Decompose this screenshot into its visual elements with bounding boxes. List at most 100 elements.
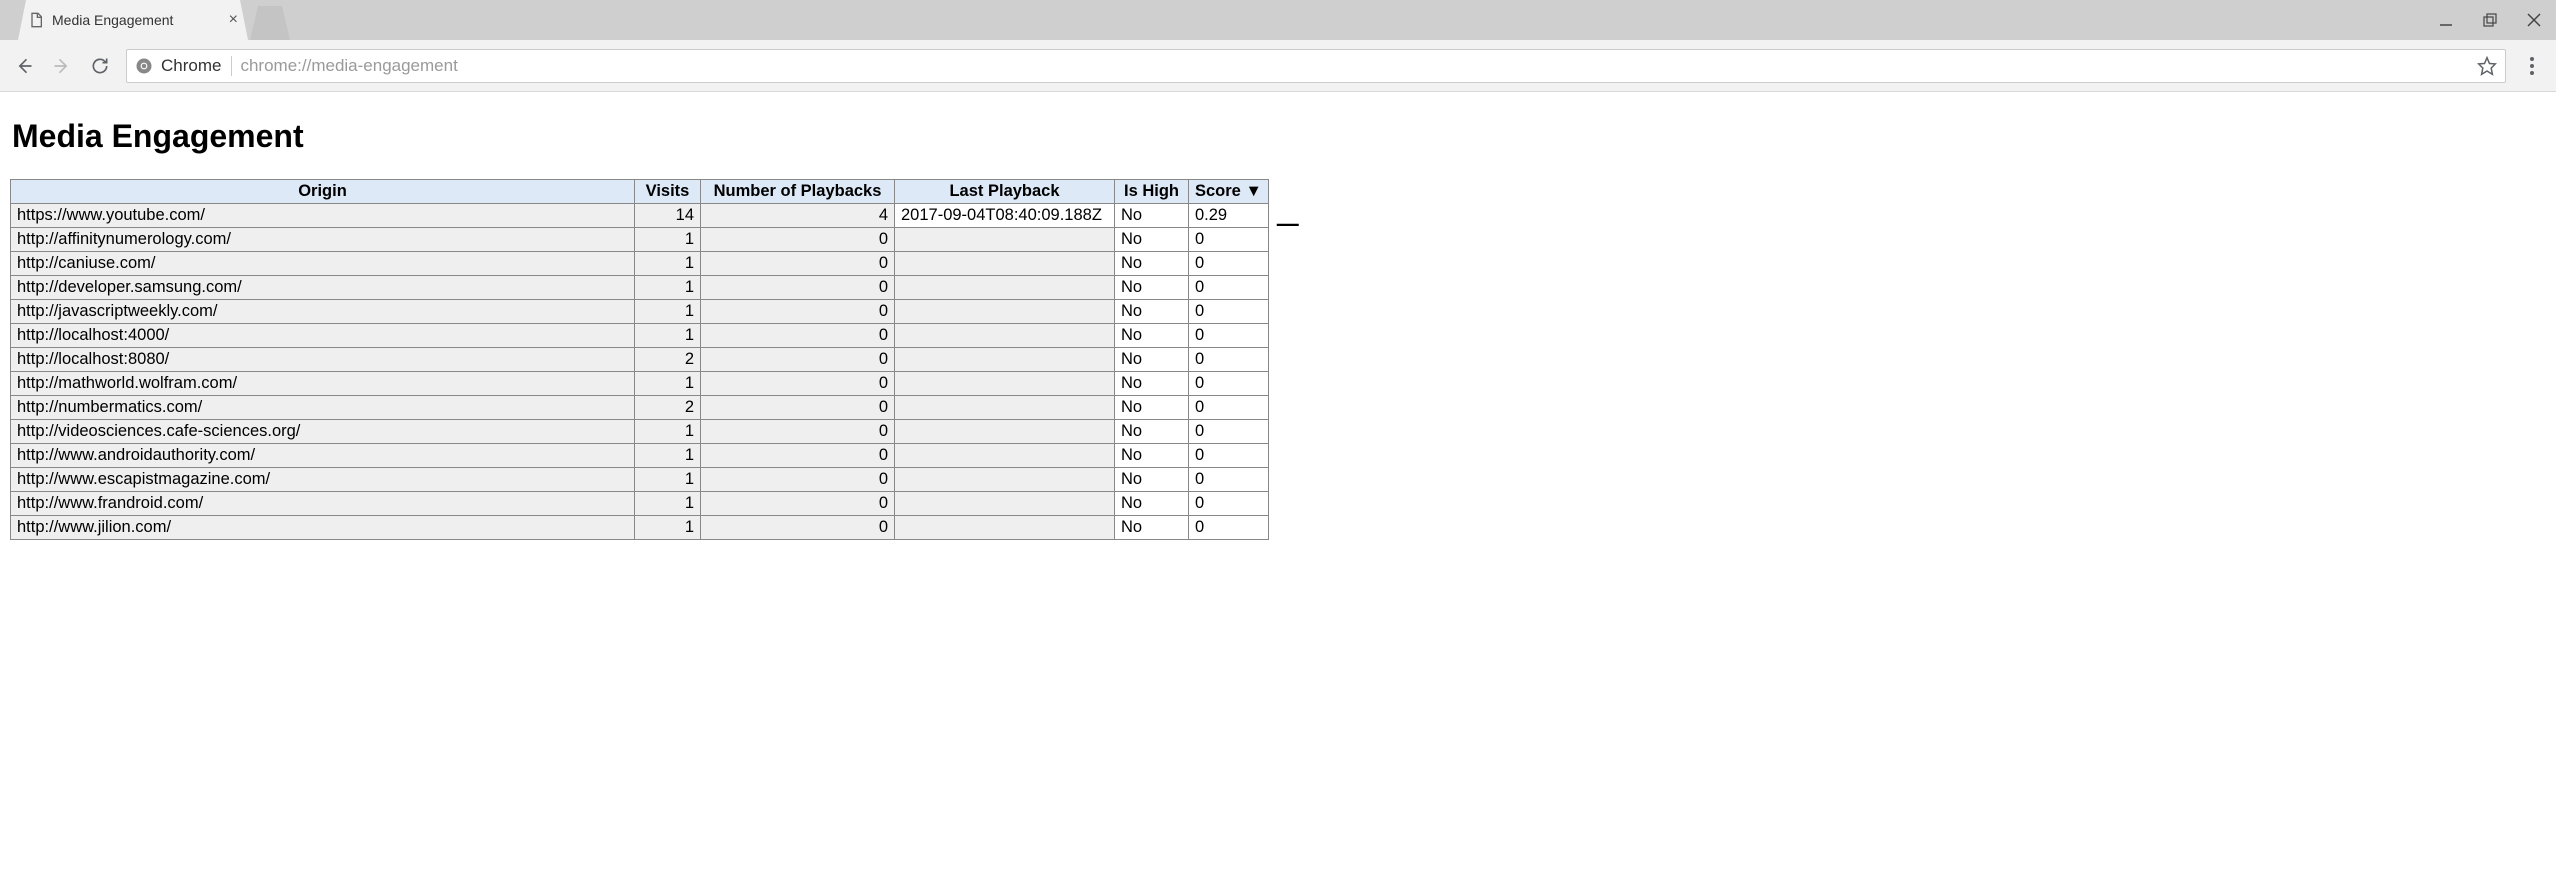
cell-origin: http://www.frandroid.com/ [11, 492, 635, 516]
cell-playbacks: 4 [701, 204, 895, 228]
col-visits-header[interactable]: Visits [635, 180, 701, 204]
col-origin-header[interactable]: Origin [11, 180, 635, 204]
toolbar: Chrome chrome://media-engagement [0, 40, 2556, 92]
close-window-button[interactable] [2520, 6, 2548, 34]
cell-visits: 1 [635, 372, 701, 396]
cell-is-high: No [1115, 372, 1189, 396]
chrome-icon [135, 57, 153, 75]
cell-score: 0 [1189, 516, 1269, 540]
forward-button[interactable] [50, 54, 74, 78]
cell-origin: http://affinitynumerology.com/ [11, 228, 635, 252]
table-row: http://javascriptweekly.com/10No0 [11, 300, 1269, 324]
cell-visits: 1 [635, 324, 701, 348]
cell-origin: http://javascriptweekly.com/ [11, 300, 635, 324]
cell-last-playback [895, 228, 1115, 252]
url-text: chrome://media-engagement [240, 56, 2469, 76]
page-content: Media Engagement Origin Visits Number of… [0, 92, 2556, 550]
table-header-row: Origin Visits Number of Playbacks Last P… [11, 180, 1269, 204]
cell-score: 0 [1189, 228, 1269, 252]
cell-score: 0 [1189, 420, 1269, 444]
cell-origin: http://caniuse.com/ [11, 252, 635, 276]
page-icon [28, 12, 44, 28]
col-score-header[interactable]: Score ▼ [1189, 180, 1269, 204]
cell-is-high: No [1115, 228, 1189, 252]
cell-playbacks: 0 [701, 516, 895, 540]
active-tab[interactable]: Media Engagement × [18, 0, 248, 40]
cell-playbacks: 0 [701, 228, 895, 252]
cell-playbacks: 0 [701, 300, 895, 324]
cell-visits: 1 [635, 468, 701, 492]
cell-origin: http://www.jilion.com/ [11, 516, 635, 540]
cell-is-high: No [1115, 276, 1189, 300]
cell-last-playback [895, 468, 1115, 492]
table-row: http://mathworld.wolfram.com/10No0 [11, 372, 1269, 396]
cell-origin: http://localhost:4000/ [11, 324, 635, 348]
menu-button[interactable] [2520, 57, 2544, 75]
maximize-button[interactable] [2476, 6, 2504, 34]
cell-visits: 1 [635, 420, 701, 444]
new-tab-button[interactable] [250, 6, 290, 40]
table-row: http://developer.samsung.com/10No0 [11, 276, 1269, 300]
cell-origin: http://localhost:8080/ [11, 348, 635, 372]
minimize-button[interactable] [2432, 6, 2460, 34]
collapse-mark: — [1277, 211, 1297, 237]
cell-score: 0 [1189, 372, 1269, 396]
back-button[interactable] [12, 54, 36, 78]
cell-score: 0 [1189, 324, 1269, 348]
cell-playbacks: 0 [701, 252, 895, 276]
cell-playbacks: 0 [701, 492, 895, 516]
table-row: http://videosciences.cafe-sciences.org/1… [11, 420, 1269, 444]
cell-origin: http://mathworld.wolfram.com/ [11, 372, 635, 396]
cell-origin: http://developer.samsung.com/ [11, 276, 635, 300]
cell-score: 0 [1189, 300, 1269, 324]
table-row: http://localhost:8080/20No0 [11, 348, 1269, 372]
cell-is-high: No [1115, 492, 1189, 516]
table-row: http://www.androidauthority.com/10No0 [11, 444, 1269, 468]
table-row: http://affinitynumerology.com/10No0 [11, 228, 1269, 252]
cell-last-playback [895, 516, 1115, 540]
cell-playbacks: 0 [701, 468, 895, 492]
cell-last-playback [895, 348, 1115, 372]
cell-score: 0 [1189, 252, 1269, 276]
cell-last-playback [895, 492, 1115, 516]
cell-origin: http://videosciences.cafe-sciences.org/ [11, 420, 635, 444]
cell-score: 0 [1189, 468, 1269, 492]
col-playbacks-header[interactable]: Number of Playbacks [701, 180, 895, 204]
cell-last-playback [895, 324, 1115, 348]
cell-playbacks: 0 [701, 444, 895, 468]
reload-button[interactable] [88, 54, 112, 78]
col-last-header[interactable]: Last Playback [895, 180, 1115, 204]
cell-score: 0 [1189, 276, 1269, 300]
cell-visits: 1 [635, 492, 701, 516]
bookmark-star-icon[interactable] [2477, 56, 2497, 76]
address-bar[interactable]: Chrome chrome://media-engagement [126, 49, 2506, 83]
cell-last-playback [895, 444, 1115, 468]
col-high-header[interactable]: Is High [1115, 180, 1189, 204]
cell-is-high: No [1115, 516, 1189, 540]
cell-last-playback [895, 372, 1115, 396]
cell-visits: 2 [635, 396, 701, 420]
close-tab-icon[interactable]: × [229, 11, 238, 29]
cell-visits: 1 [635, 516, 701, 540]
cell-score: 0 [1189, 492, 1269, 516]
cell-is-high: No [1115, 420, 1189, 444]
url-scheme-label: Chrome [161, 56, 232, 76]
media-engagement-table: Origin Visits Number of Playbacks Last P… [10, 179, 1269, 540]
tab-strip: Media Engagement × [0, 0, 2556, 40]
cell-is-high: No [1115, 468, 1189, 492]
cell-is-high: No [1115, 348, 1189, 372]
cell-last-playback [895, 420, 1115, 444]
cell-playbacks: 0 [701, 348, 895, 372]
cell-score: 0.29 [1189, 204, 1269, 228]
cell-is-high: No [1115, 252, 1189, 276]
cell-score: 0 [1189, 396, 1269, 420]
table-row: http://www.jilion.com/10No0 [11, 516, 1269, 540]
table-row: http://www.frandroid.com/10No0 [11, 492, 1269, 516]
cell-visits: 1 [635, 252, 701, 276]
page-title: Media Engagement [12, 118, 2546, 155]
cell-last-playback: 2017-09-04T08:40:09.188Z [895, 204, 1115, 228]
cell-visits: 2 [635, 348, 701, 372]
window-controls [2432, 6, 2548, 34]
cell-score: 0 [1189, 348, 1269, 372]
table-row: http://www.escapistmagazine.com/10No0 [11, 468, 1269, 492]
